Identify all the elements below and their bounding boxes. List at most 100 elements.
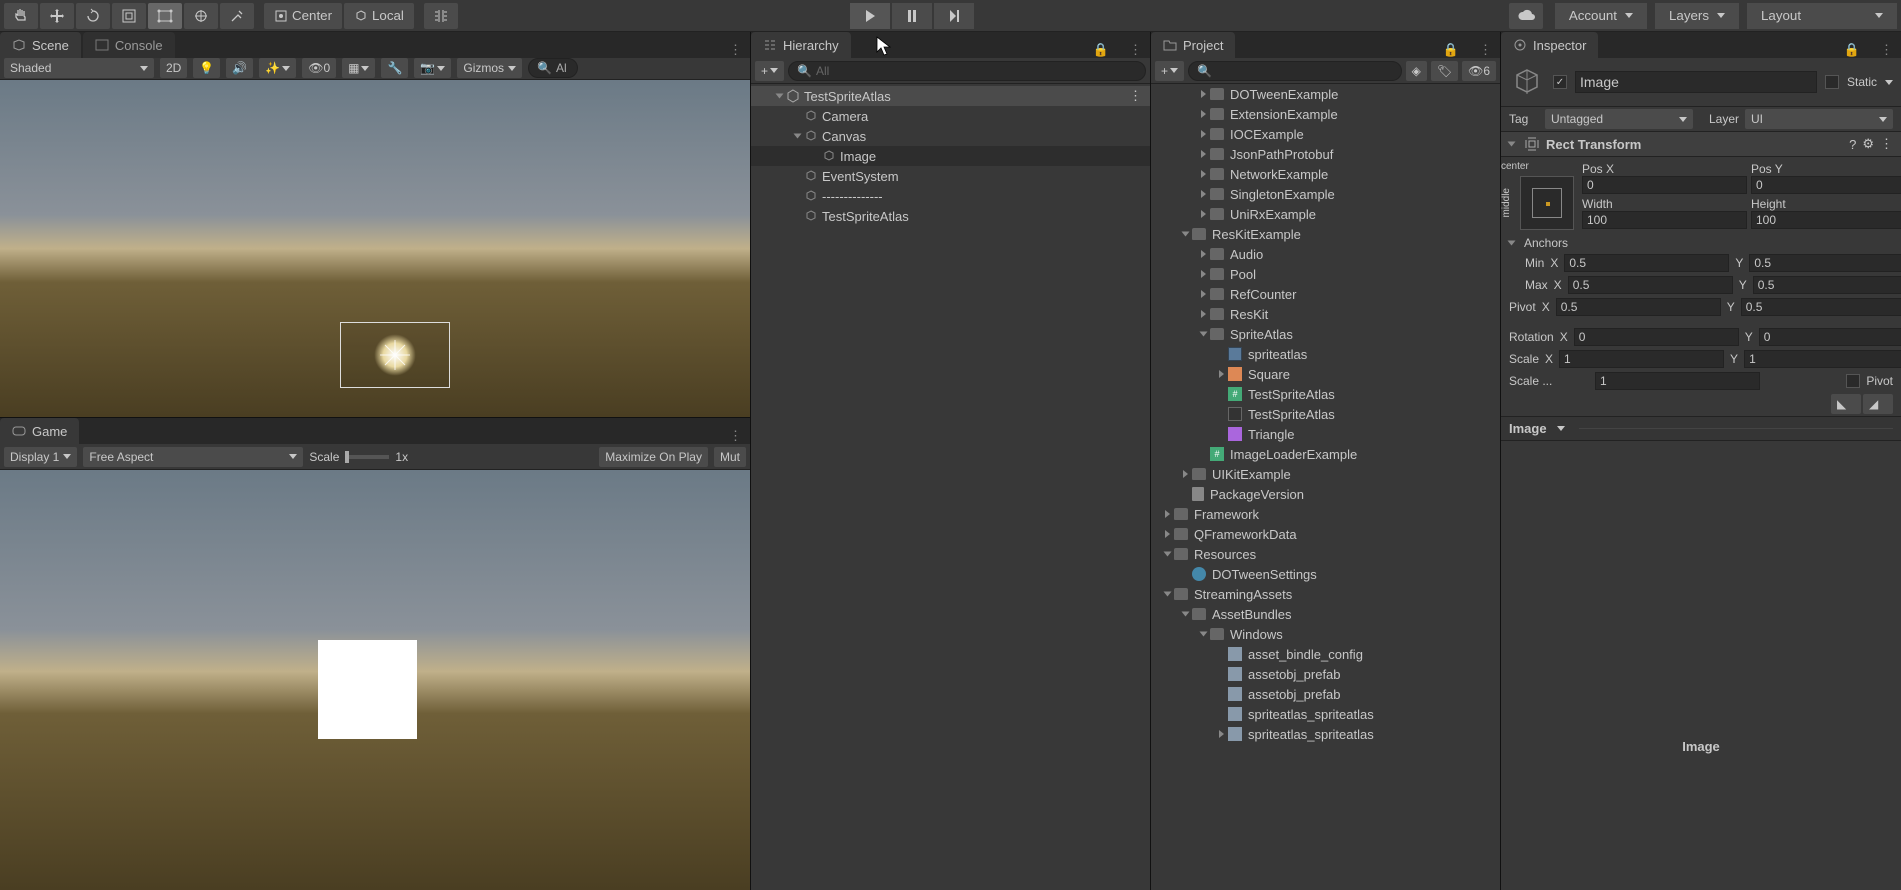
foldout-icon[interactable]	[1165, 530, 1170, 538]
filter-by-label[interactable]: 🏷	[1431, 61, 1458, 81]
project-item[interactable]: ExtensionExample	[1151, 104, 1500, 124]
move-tool[interactable]	[40, 3, 74, 29]
project-item[interactable]: AssetBundles	[1151, 604, 1500, 624]
tag-dropdown[interactable]: Untagged	[1545, 109, 1693, 129]
foldout-icon[interactable]	[1182, 232, 1190, 237]
tab-console[interactable]: Console	[83, 32, 175, 58]
project-item[interactable]: #ImageLoaderExample	[1151, 444, 1500, 464]
create-dropdown[interactable]: +	[755, 61, 784, 81]
project-item[interactable]: JsonPathProtobuf	[1151, 144, 1500, 164]
active-checkbox[interactable]: ✓	[1553, 75, 1567, 89]
audio-toggle[interactable]: 🔊	[226, 58, 253, 78]
inspector-lock[interactable]: 🔒	[1836, 42, 1868, 58]
project-item[interactable]: SingletonExample	[1151, 184, 1500, 204]
cloud-button[interactable]	[1509, 3, 1543, 29]
hierarchy-item[interactable]: TestSpriteAtlas⋮	[751, 86, 1150, 106]
rot-y-field[interactable]	[1759, 328, 1901, 346]
width-field[interactable]	[1582, 211, 1747, 229]
foldout-icon[interactable]	[794, 134, 802, 139]
project-item[interactable]: #TestSpriteAtlas	[1151, 384, 1500, 404]
step-button[interactable]	[934, 3, 974, 29]
hierarchy-item[interactable]: Image	[751, 146, 1150, 166]
foldout-icon[interactable]	[1219, 730, 1224, 738]
help-icon[interactable]: ?	[1849, 137, 1856, 152]
project-context-menu[interactable]: ⋮	[1471, 42, 1500, 58]
height-field[interactable]	[1751, 211, 1901, 229]
foldout-icon[interactable]	[1183, 470, 1188, 478]
layout-dropdown[interactable]: Layout	[1747, 3, 1897, 29]
static-checkbox[interactable]	[1825, 75, 1839, 89]
gizmos-dropdown[interactable]: Gizmos	[457, 58, 522, 78]
hierarchy-lock[interactable]: 🔒	[1085, 42, 1117, 58]
foldout-icon[interactable]	[1182, 612, 1190, 617]
project-item[interactable]: assetobj_prefab	[1151, 664, 1500, 684]
tab-hierarchy[interactable]: Hierarchy	[751, 32, 851, 58]
image-component-header[interactable]: Image	[1501, 416, 1901, 441]
project-item[interactable]: asset_bindle_config	[1151, 644, 1500, 664]
tab-inspector[interactable]: Inspector	[1501, 32, 1598, 58]
scene-search[interactable]: 🔍Al	[528, 58, 578, 78]
tools-toggle[interactable]: 🔧	[381, 58, 408, 78]
project-item[interactable]: PackageVersion	[1151, 484, 1500, 504]
foldout-icon[interactable]	[1200, 632, 1208, 637]
aspect-dropdown[interactable]: Free Aspect	[83, 447, 303, 467]
project-item[interactable]: spriteatlas_spriteatlas	[1151, 704, 1500, 724]
preset-icon[interactable]: ⚙	[1862, 136, 1874, 152]
component-foldout-icon[interactable]	[1508, 142, 1516, 147]
posy-field[interactable]	[1751, 176, 1901, 194]
foldout-icon[interactable]	[1201, 150, 1206, 158]
scale-tool[interactable]	[112, 3, 146, 29]
maximize-toggle[interactable]: Maximize On Play	[599, 447, 708, 467]
project-item[interactable]: TestSpriteAtlas	[1151, 404, 1500, 424]
scale-extra-field[interactable]	[1595, 372, 1760, 390]
play-button[interactable]	[850, 3, 890, 29]
foldout-icon[interactable]	[1201, 290, 1206, 298]
tab-project[interactable]: Project	[1151, 32, 1235, 58]
project-item[interactable]: Framework	[1151, 504, 1500, 524]
foldout-icon[interactable]	[1201, 210, 1206, 218]
anchor-preset-button[interactable]	[1520, 176, 1574, 230]
project-item[interactable]: ResKit	[1151, 304, 1500, 324]
hierarchy-item[interactable]: EventSystem	[751, 166, 1150, 186]
rect-tool[interactable]	[148, 3, 182, 29]
paste-btn[interactable]: ◢	[1863, 394, 1893, 414]
foldout-icon[interactable]	[1201, 170, 1206, 178]
foldout-icon[interactable]	[1165, 510, 1170, 518]
project-item[interactable]: Pool	[1151, 264, 1500, 284]
account-dropdown[interactable]: Account	[1555, 3, 1647, 29]
pivot-local-button[interactable]: Local	[344, 3, 414, 29]
project-item[interactable]: DOTweenExample	[1151, 84, 1500, 104]
custom-tool[interactable]	[220, 3, 254, 29]
pivot-center-button[interactable]: Center	[264, 3, 342, 29]
layers-dropdown[interactable]: Layers	[1655, 3, 1739, 29]
hidden-packages[interactable]: 👁6	[1462, 61, 1496, 81]
component-menu-icon[interactable]: ⋮	[1880, 136, 1893, 152]
camera-toggle[interactable]: 📷	[414, 58, 451, 78]
project-item[interactable]: UIKitExample	[1151, 464, 1500, 484]
shading-dropdown[interactable]: Shaded	[4, 58, 154, 78]
project-item[interactable]: DOTweenSettings	[1151, 564, 1500, 584]
inspector-context-menu[interactable]: ⋮	[1872, 42, 1901, 58]
pivot-checkbox[interactable]	[1846, 374, 1860, 388]
min-x-field[interactable]	[1564, 254, 1729, 272]
project-item[interactable]: SpriteAtlas	[1151, 324, 1500, 344]
display-dropdown[interactable]: Display 1	[4, 447, 77, 467]
copy-btn[interactable]: ◣	[1831, 394, 1861, 414]
project-item[interactable]: spriteatlas_spriteatlas	[1151, 724, 1500, 744]
rotate-tool[interactable]	[76, 3, 110, 29]
foldout-icon[interactable]	[776, 94, 784, 99]
max-y-field[interactable]	[1753, 276, 1901, 294]
project-item[interactable]: QFrameworkData	[1151, 524, 1500, 544]
hand-tool[interactable]	[4, 3, 38, 29]
2d-toggle[interactable]: 2D	[160, 58, 187, 78]
mute-toggle[interactable]: Mut	[714, 447, 746, 467]
posx-field[interactable]	[1582, 176, 1747, 194]
foldout-icon[interactable]	[1201, 310, 1206, 318]
project-item[interactable]: ResKitExample	[1151, 224, 1500, 244]
project-item[interactable]: Square	[1151, 364, 1500, 384]
layer-dropdown[interactable]: UI	[1745, 109, 1893, 129]
game-context-menu[interactable]: ⋮	[721, 428, 750, 444]
foldout-icon[interactable]	[1201, 190, 1206, 198]
hierarchy-search[interactable]: 🔍All	[788, 61, 1146, 81]
project-item[interactable]: IOCExample	[1151, 124, 1500, 144]
